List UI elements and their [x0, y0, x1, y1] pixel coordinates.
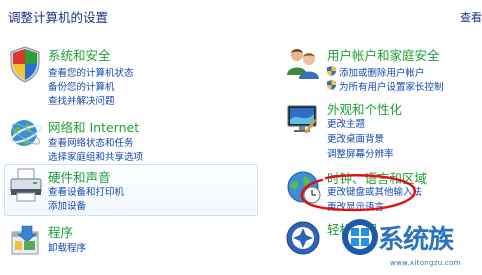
link-change-theme[interactable]: 更改主题	[327, 116, 365, 130]
printer-icon	[10, 168, 42, 202]
uac-shield-icon	[327, 66, 336, 76]
link-uninstall-program[interactable]: 卸载程序	[48, 240, 86, 254]
link-homegroup-sharing[interactable]: 选择家庭组和共享选项	[48, 149, 143, 163]
link-view-computer-status[interactable]: 查看您的计算机状态	[48, 65, 134, 79]
link-change-keyboard-input[interactable]: 更改键盘或其他输入法	[327, 184, 422, 198]
link-network-status[interactable]: 查看网络状态和任务	[48, 135, 134, 149]
clock-globe-icon	[287, 171, 321, 204]
category-title-system[interactable]: 系统和安全	[48, 45, 111, 64]
shield-icon	[10, 46, 40, 83]
programs-icon	[11, 225, 39, 255]
link-find-fix-problems[interactable]: 查找并解决问题	[48, 93, 115, 107]
link-parental-controls[interactable]: 为所有用户设置家长控制	[339, 79, 444, 93]
category-title-network[interactable]: 网络和 Internet	[48, 117, 139, 136]
link-add-remove-users[interactable]: 添加或删除用户帐户	[339, 65, 425, 79]
watermark-logo: 系统族 www.xitongzu.com	[340, 213, 482, 275]
category-title-user-accounts[interactable]: 用户帐户和家庭安全	[327, 45, 440, 64]
link-change-background[interactable]: 更改桌面背景	[327, 131, 384, 145]
watermark-text: 系统族	[378, 225, 454, 255]
appearance-icon	[287, 105, 317, 134]
users-icon	[287, 49, 319, 79]
network-globe-icon	[10, 120, 42, 146]
link-devices-printers[interactable]: 查看设备和打印机	[48, 184, 124, 198]
link-screen-resolution[interactable]: 调整屏幕分辨率	[327, 146, 394, 160]
page-title: 调整计算机的设置	[8, 10, 109, 25]
watermark-url: www.xitongzu.com	[390, 259, 461, 267]
uac-shield-icon	[327, 80, 336, 90]
link-change-display-language[interactable]: 更改显示语言	[327, 199, 384, 213]
ease-of-access-icon	[286, 221, 320, 255]
link-backup-computer[interactable]: 备份您的计算机	[48, 79, 115, 93]
view-by-link[interactable]: 查看	[460, 9, 482, 25]
link-add-device[interactable]: 添加设备	[48, 198, 86, 212]
watermark-emblem-icon	[342, 219, 378, 255]
category-title-programs[interactable]: 程序	[48, 222, 73, 241]
